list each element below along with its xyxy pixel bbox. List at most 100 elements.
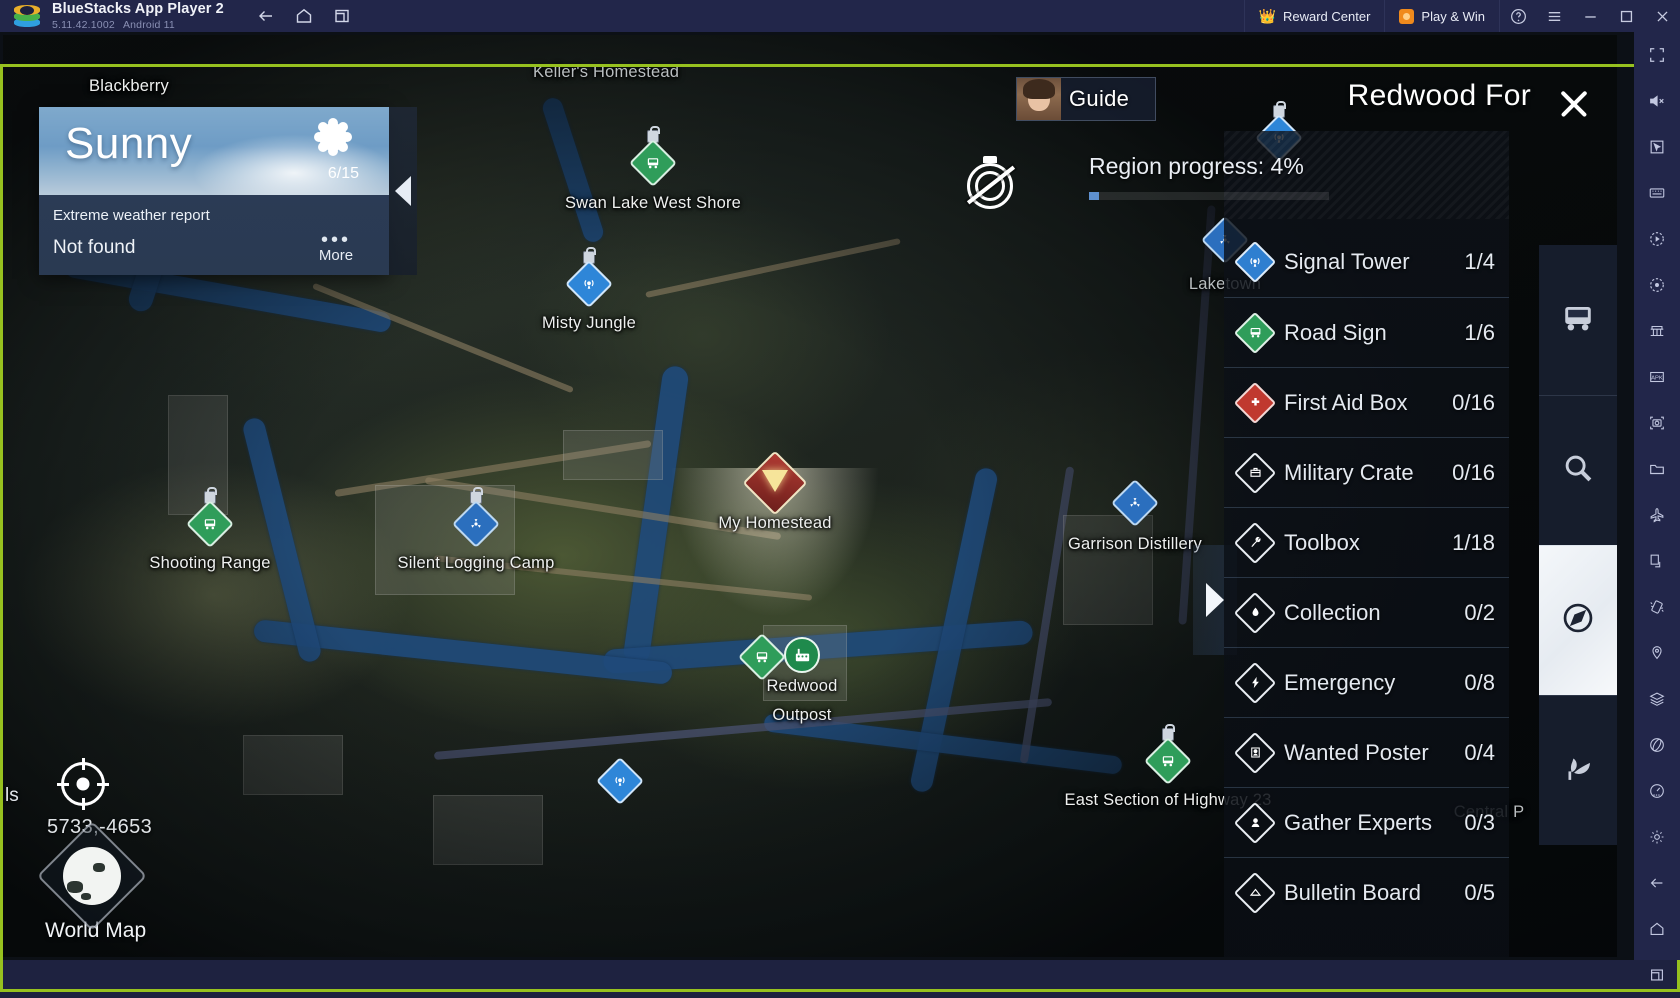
region-title: Redwood For bbox=[1347, 79, 1531, 112]
marker-road-sign-highway23[interactable] bbox=[1143, 724, 1193, 786]
screenshot-icon[interactable] bbox=[1634, 400, 1680, 446]
collection-count: 0/16 bbox=[1452, 389, 1495, 415]
weather-more-label: More bbox=[318, 247, 354, 264]
collection-row-road-sign[interactable]: Road Sign 1/6 bbox=[1224, 297, 1509, 367]
rotate-icon[interactable] bbox=[1634, 538, 1680, 584]
media-folder-icon[interactable] bbox=[1634, 446, 1680, 492]
gather-experts-icon bbox=[1233, 801, 1277, 844]
marker-signal-tower-misty[interactable] bbox=[564, 247, 614, 309]
location-icon[interactable] bbox=[1634, 630, 1680, 676]
marker-signal-tower-south[interactable] bbox=[595, 756, 645, 806]
gyroscope-icon[interactable] bbox=[1634, 722, 1680, 768]
install-apk-icon[interactable]: APK bbox=[1634, 354, 1680, 400]
marker-toxic-silent-logging[interactable] bbox=[451, 487, 501, 549]
play-and-win-button[interactable]: Play & Win bbox=[1384, 0, 1499, 32]
weather-condition: Sunny bbox=[65, 119, 193, 168]
weather-more-button[interactable]: ••• More bbox=[301, 230, 371, 264]
collection-row-toolbox[interactable]: Toolbox 1/18 bbox=[1224, 507, 1509, 577]
collection-count: 1/4 bbox=[1464, 249, 1495, 274]
play-win-icon bbox=[1399, 8, 1415, 24]
close-icon[interactable] bbox=[1644, 0, 1680, 32]
game-screen[interactable]: Blackberry Keller's Homestead Swan Lake We… bbox=[3, 35, 1617, 957]
collection-row-first-aid[interactable]: First Aid Box 0/16 bbox=[1224, 367, 1509, 437]
marker-road-sign-redwood[interactable] bbox=[737, 632, 787, 682]
locate-player-icon[interactable] bbox=[57, 758, 109, 810]
tab-nature[interactable] bbox=[1539, 695, 1617, 845]
window-titlebar: BlueStacks App Player 2 5.11.42.1002 Andr… bbox=[0, 0, 1680, 32]
back-icon[interactable] bbox=[1634, 860, 1680, 906]
app-title: BlueStacks App Player 2 bbox=[52, 1, 224, 17]
weather-body: Extreme weather report Not found ••• Mor… bbox=[39, 195, 389, 275]
keyboard-icon[interactable] bbox=[1634, 170, 1680, 216]
macro-play-icon[interactable] bbox=[1634, 216, 1680, 262]
home-icon[interactable] bbox=[1634, 906, 1680, 952]
signal-tower-icon bbox=[1233, 240, 1277, 284]
collection-row-collection[interactable]: Collection 0/2 bbox=[1224, 577, 1509, 647]
avatar bbox=[1017, 78, 1061, 120]
no-region-marker-icon[interactable] bbox=[966, 156, 1016, 209]
marker-toxic-garrison[interactable] bbox=[1110, 478, 1160, 528]
collection-count: 0/8 bbox=[1464, 669, 1495, 695]
macro-record-icon[interactable] bbox=[1634, 262, 1680, 308]
maximize-icon[interactable] bbox=[1608, 0, 1644, 32]
settings-icon[interactable] bbox=[1634, 814, 1680, 860]
back-icon[interactable] bbox=[250, 3, 282, 29]
minimize-icon[interactable] bbox=[1572, 0, 1608, 32]
wanted-poster-icon bbox=[1233, 731, 1277, 774]
world-map-button[interactable]: World Map bbox=[36, 820, 185, 943]
map-category-tabs[interactable] bbox=[1539, 245, 1617, 845]
mute-icon[interactable] bbox=[1634, 78, 1680, 124]
collection-list[interactable]: Signal Tower 1/4 Road Sign 1/6 First Aid Box… bbox=[1224, 227, 1509, 957]
collection-count: 0/3 bbox=[1464, 809, 1495, 835]
collection-name: Signal Tower bbox=[1284, 249, 1410, 274]
close-panel-button[interactable] bbox=[1549, 79, 1599, 129]
recents-icon[interactable] bbox=[1634, 952, 1680, 998]
help-icon[interactable] bbox=[1500, 0, 1536, 32]
marker-road-sign-swan-lake[interactable] bbox=[628, 126, 678, 188]
layers-icon[interactable] bbox=[1634, 676, 1680, 722]
marker-road-sign-shooting[interactable] bbox=[185, 487, 235, 549]
green-bus-icon bbox=[745, 640, 779, 674]
weather-widget[interactable]: Sunny 6/15 Extreme weather report Not fo… bbox=[39, 107, 389, 275]
region-progress-block: Region progress: 4% bbox=[966, 153, 1509, 217]
collection-name: Toolbox bbox=[1284, 529, 1360, 555]
recents-icon[interactable] bbox=[326, 3, 358, 29]
collection-row-bulletin-board[interactable]: Bulletin Board 0/5 bbox=[1224, 857, 1509, 927]
collection-row-emergency[interactable]: Emergency 0/8 bbox=[1224, 647, 1509, 717]
tab-transport[interactable] bbox=[1539, 245, 1617, 395]
compass-icon bbox=[1560, 600, 1596, 641]
guide-button[interactable]: Guide bbox=[1016, 77, 1156, 121]
shake-icon[interactable] bbox=[1634, 584, 1680, 630]
tab-search[interactable] bbox=[1539, 395, 1617, 545]
map-label: My Homestead bbox=[718, 514, 832, 532]
town-block bbox=[563, 430, 663, 480]
weather-collapse-button[interactable] bbox=[389, 107, 417, 275]
collection-row-gather-experts[interactable]: Gather Experts 0/3 bbox=[1224, 787, 1509, 857]
cursor-icon[interactable] bbox=[1634, 124, 1680, 170]
search-icon bbox=[1561, 451, 1595, 490]
town-block bbox=[168, 395, 228, 515]
reward-center-button[interactable]: 👑 Reward Center bbox=[1243, 0, 1385, 32]
collection-row-wanted-poster[interactable]: Wanted Poster 0/4 bbox=[1224, 717, 1509, 787]
collection-row-signal-tower[interactable]: Signal Tower 1/4 bbox=[1224, 227, 1509, 297]
home-icon[interactable] bbox=[288, 3, 320, 29]
multi-instance-icon[interactable] bbox=[1634, 308, 1680, 354]
performance-icon[interactable] bbox=[1634, 768, 1680, 814]
toolbox-icon bbox=[1233, 521, 1277, 564]
marker-my-homestead[interactable] bbox=[742, 450, 808, 516]
hamburger-menu-icon[interactable] bbox=[1536, 0, 1572, 32]
bluestacks-sidebar[interactable]: APK bbox=[1634, 32, 1680, 981]
map-label: Shooting Range bbox=[149, 554, 271, 572]
collection-row-military-crate[interactable]: Military Crate 0/16 bbox=[1224, 437, 1509, 507]
emergency-icon bbox=[1233, 661, 1277, 704]
town-block bbox=[243, 735, 343, 795]
chevron-left-icon bbox=[395, 176, 411, 206]
marker-redwood-outpost[interactable] bbox=[784, 637, 820, 673]
map-label: Blackberry bbox=[89, 77, 169, 95]
world-map-label: World Map bbox=[45, 919, 147, 942]
fullscreen-icon[interactable] bbox=[1634, 32, 1680, 78]
region-progress-label: Region progress: 4% bbox=[1089, 153, 1304, 179]
airplane-icon[interactable] bbox=[1634, 492, 1680, 538]
collection-name: Gather Experts bbox=[1284, 809, 1432, 835]
tab-compass[interactable] bbox=[1539, 545, 1617, 695]
